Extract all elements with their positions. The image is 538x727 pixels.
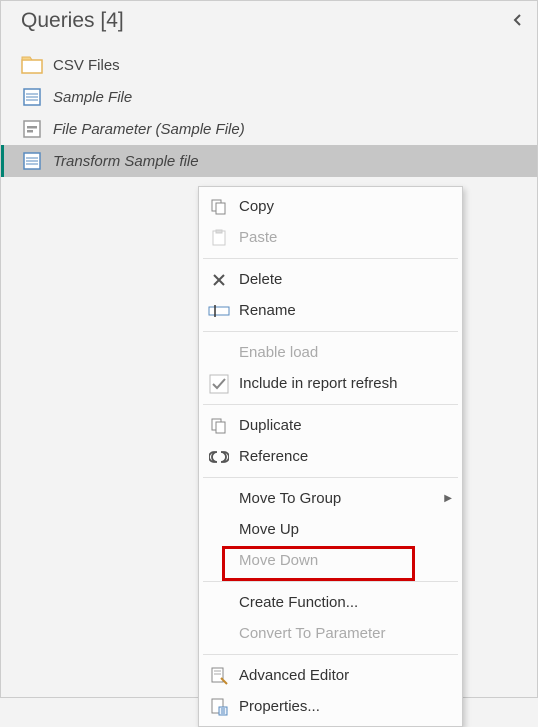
folder-icon [21, 54, 43, 76]
menu-move-to-group[interactable]: Move To Group ▶ [199, 483, 462, 514]
copy-icon [205, 195, 233, 219]
query-label: Transform Sample file [53, 153, 199, 170]
query-item-csv-files[interactable]: CSV Files [1, 49, 537, 81]
duplicate-icon [205, 414, 233, 438]
menu-include-refresh[interactable]: Include in report refresh [199, 368, 462, 399]
menu-properties[interactable]: Properties... [199, 691, 462, 722]
submenu-arrow-icon: ▶ [444, 493, 452, 504]
queries-panel-title: Queries [4] [21, 9, 124, 33]
sheet-icon [21, 150, 43, 172]
menu-label: Move Up [239, 521, 299, 538]
menu-enable-load: Enable load [199, 337, 462, 368]
menu-move-down: Move Down [199, 545, 462, 576]
query-label: File Parameter (Sample File) [53, 121, 245, 138]
menu-label: Delete [239, 271, 282, 288]
menu-label: Properties... [239, 698, 320, 715]
menu-paste: Paste [199, 222, 462, 253]
collapse-chevron-icon[interactable] [511, 9, 525, 33]
menu-label: Advanced Editor [239, 667, 349, 684]
reference-icon [205, 445, 233, 469]
rename-icon [205, 299, 233, 323]
query-item-file-parameter[interactable]: File Parameter (Sample File) [1, 113, 537, 145]
menu-label: Duplicate [239, 417, 302, 434]
menu-label: Enable load [239, 344, 318, 361]
menu-label: Convert To Parameter [239, 625, 385, 642]
query-label: CSV Files [53, 57, 120, 74]
query-item-sample-file[interactable]: Sample File [1, 81, 537, 113]
menu-separator [203, 331, 458, 332]
parameter-icon [21, 118, 43, 140]
menu-reference[interactable]: Reference [199, 441, 462, 472]
menu-label: Move To Group [239, 490, 341, 507]
menu-label: Move Down [239, 552, 318, 569]
advanced-editor-icon [205, 664, 233, 688]
menu-create-function[interactable]: Create Function... [199, 587, 462, 618]
menu-separator [203, 258, 458, 259]
menu-label: Include in report refresh [239, 375, 397, 392]
queries-panel-header: Queries [4] [1, 1, 537, 41]
menu-move-up[interactable]: Move Up [199, 514, 462, 545]
menu-separator [203, 477, 458, 478]
menu-advanced-editor[interactable]: Advanced Editor [199, 660, 462, 691]
menu-label: Create Function... [239, 594, 358, 611]
sheet-icon [21, 86, 43, 108]
menu-separator [203, 654, 458, 655]
menu-label: Reference [239, 448, 308, 465]
menu-rename[interactable]: Rename [199, 295, 462, 326]
properties-icon [205, 695, 233, 719]
context-menu: Copy Paste Delete Rename [198, 186, 463, 727]
query-label: Sample File [53, 89, 132, 106]
menu-separator [203, 581, 458, 582]
delete-icon [205, 268, 233, 292]
checkmark-icon [205, 372, 233, 396]
menu-copy[interactable]: Copy [199, 191, 462, 222]
queries-list: CSV Files Sample File File Parameter (Sa… [1, 41, 537, 177]
menu-label: Copy [239, 198, 274, 215]
query-item-transform-sample[interactable]: Transform Sample file [1, 145, 537, 177]
menu-delete[interactable]: Delete [199, 264, 462, 295]
menu-convert-to-parameter: Convert To Parameter [199, 618, 462, 649]
menu-label: Rename [239, 302, 296, 319]
menu-duplicate[interactable]: Duplicate [199, 410, 462, 441]
menu-label: Paste [239, 229, 277, 246]
menu-separator [203, 404, 458, 405]
paste-icon [205, 226, 233, 250]
